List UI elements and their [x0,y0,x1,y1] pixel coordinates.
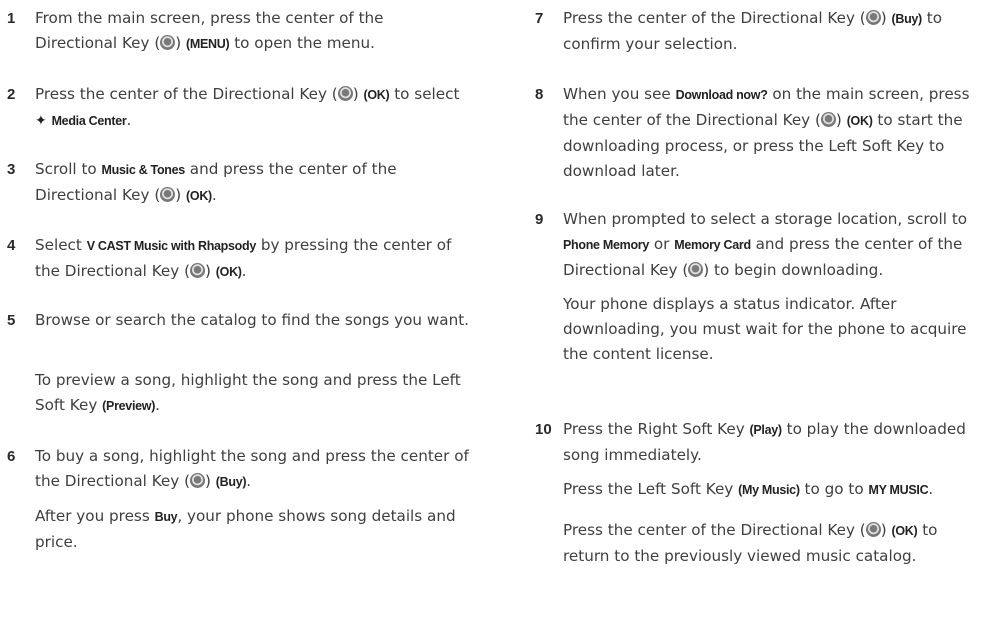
text-run: Select [35,236,87,254]
text-run: to select [389,85,460,103]
text-run: When prompted to select a storage locati… [563,210,968,228]
text-run: Press the Right Soft Key [563,420,750,438]
key-label: Music & Tones [101,163,186,177]
text-run: . [155,396,160,414]
step-number: 5 [7,312,16,329]
step-6-note: After you press Buy, your phone shows so… [35,504,470,555]
key-label: Buy [154,510,178,524]
text-run: After you press [35,507,155,525]
directional-key-icon [190,473,206,488]
directional-key-icon [865,522,881,537]
text-run: or [649,235,675,253]
step-number: 3 [7,161,16,178]
step-10-note-2: Press the center of the Directional Key … [563,518,988,569]
directional-key-icon [865,10,881,25]
manual-page: 1 From the main screen, press the center… [0,0,992,618]
step-number: 7 [535,10,544,27]
step-text: From the main screen, press the center o… [35,6,470,57]
text-run: To preview a song, highlight the song an… [35,371,461,414]
step-text: When prompted to select a storage locati… [563,207,988,283]
key-label: Phone Memory [563,238,649,252]
text-run: . [246,472,252,490]
key-label: (OK) [186,189,212,203]
text-run: ) [175,186,187,204]
key-label: (Buy) [891,12,922,26]
key-label: (Play) [749,423,783,437]
step-number: 9 [535,211,544,228]
text-run: ) to begin downloading. [703,261,884,279]
key-label: V CAST Music with Rhapsody [86,239,257,253]
step-10-note-1: Press the Left Soft Key (My Music) to go… [563,477,988,503]
step-text: Press the center of the Directional Key … [35,82,470,134]
text-run: Your phone displays a status indicator. … [563,295,967,363]
step-9-note: Your phone displays a status indicator. … [563,292,988,367]
key-label: (OK) [891,524,918,538]
text-run: To buy a song, highlight the song and pr… [35,447,469,490]
text-run: ) [352,85,364,103]
text-run: Browse or search the catalog to find the… [35,311,469,329]
text-run: to open the menu. [229,34,375,52]
key-label: Memory Card [674,238,751,252]
step-text: Press the center of the Directional Key … [563,6,988,57]
media-center-icon: ✦ [35,113,47,129]
text-run: . [241,262,247,280]
text-run: ) [880,521,892,539]
text-run: Press the center of the Directional Key … [35,85,338,103]
directional-key-icon [160,187,176,202]
step-text: Press the Right Soft Key (Play) to play … [563,417,988,468]
key-label: Download now? [675,88,768,102]
directional-key-icon [337,86,353,101]
key-label: (OK) [846,114,873,128]
step-number: 2 [7,86,16,103]
text-run: ) [880,9,892,27]
step-text: Select V CAST Music with Rhapsody by pre… [35,233,470,285]
text-run: . [928,480,934,498]
key-label: (Preview) [102,399,156,413]
key-label: (My Music) [738,483,800,497]
key-label: MY MUSIC [868,483,929,497]
directional-key-icon [820,112,836,127]
step-number: 4 [7,237,16,254]
step-text: When you see Download now? on the main s… [563,82,988,184]
step-text: Scroll to Music & Tones and press the ce… [35,157,470,209]
step-number: 10 [535,421,552,438]
key-label: Media Center [51,114,127,128]
text-run: ) [835,111,847,129]
text-run: . [126,111,132,129]
text-run: Press the center of the Directional Key … [563,521,866,539]
step-number: 8 [535,86,544,103]
key-label: (Buy) [215,475,247,489]
step-5-note: To preview a song, highlight the song an… [35,368,470,419]
text-run: Press the Left Soft Key [563,480,739,498]
directional-key-icon [160,35,176,50]
step-number: 1 [7,10,16,27]
text-run: ) [205,262,216,280]
key-label: (OK) [215,265,242,279]
text-run: ) [175,34,187,52]
text-run: Press the center of the Directional Key … [563,9,866,27]
text-run: ) [205,472,216,490]
text-run: When you see [563,85,676,103]
text-run: Scroll to [35,160,102,178]
directional-key-icon [688,262,704,277]
step-text: To buy a song, highlight the song and pr… [35,444,470,495]
key-label: (MENU) [186,37,230,51]
key-label: (OK) [363,88,390,102]
text-run: to go to [799,480,869,498]
text-run: . [211,186,217,204]
step-text: Browse or search the catalog to find the… [35,308,470,333]
directional-key-icon [190,263,206,278]
step-number: 6 [7,448,16,465]
